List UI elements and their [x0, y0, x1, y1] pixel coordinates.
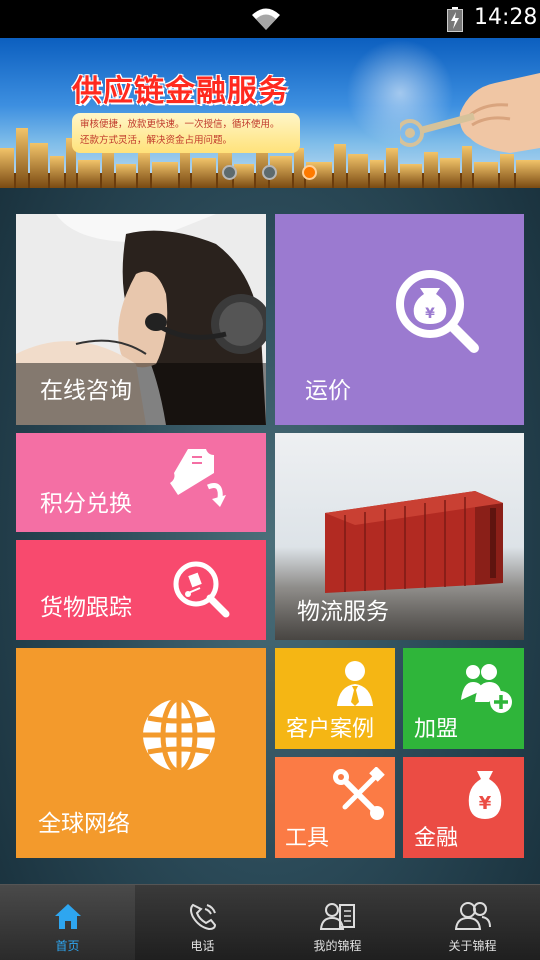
nav-phone[interactable]: 电话: [135, 885, 270, 960]
battery-icon: [447, 7, 463, 32]
tile-label-finance: 金融: [414, 826, 459, 851]
person-tie-icon: [337, 661, 373, 706]
banner-desc-line-1: 审核便捷，放款更快速。一次授信，循环使用。: [80, 119, 280, 130]
tile-finance[interactable]: ¥ 金融: [403, 757, 524, 858]
tile-label-consult: 在线咨询: [40, 378, 132, 404]
money-search-icon: ¥: [396, 270, 479, 353]
tile-label-global: 全球网络: [38, 811, 130, 837]
tile-label-join: 加盟: [414, 717, 459, 742]
profile-card-icon: [319, 903, 355, 930]
status-time: 14:28: [474, 5, 538, 30]
nav-my-jctrans[interactable]: 我的锦程: [270, 885, 405, 960]
add-user-group-icon: [461, 664, 512, 713]
tile-join[interactable]: 加盟: [403, 648, 524, 749]
nav-about[interactable]: 关于锦程: [405, 885, 540, 960]
tile-logistics-services[interactable]: 物流服务: [275, 433, 524, 640]
tile-label-points: 积分兑换: [40, 491, 132, 517]
tile-label-freight: 运价: [305, 378, 351, 404]
money-bag-icon: ¥: [468, 771, 502, 819]
users-icon: [454, 902, 491, 930]
tile-global-network[interactable]: 全球网络: [16, 648, 266, 858]
banner-dot-1[interactable]: [222, 165, 237, 180]
banner-desc-line-2: 还款方式灵活，解决资金占用问题。: [80, 135, 233, 146]
tile-tools[interactable]: 工具: [275, 757, 395, 858]
tile-label-track: 货物跟踪: [40, 595, 132, 621]
phone-icon: [189, 903, 216, 931]
nav-about-label: 关于锦程: [448, 939, 497, 953]
banner-title: 供应链金融服务: [72, 74, 289, 109]
nav-my-label: 我的锦程: [313, 939, 362, 953]
bottom-nav: 首页 电话 我的锦程 关于锦程: [0, 884, 540, 960]
home-icon: [54, 904, 81, 929]
tile-label-logistics: 物流服务: [297, 599, 389, 625]
svg-text:¥: ¥: [425, 306, 435, 322]
tile-cargo-tracking[interactable]: 货物跟踪: [16, 540, 266, 640]
banner-dot-2[interactable]: [262, 165, 277, 180]
tile-customer-cases[interactable]: 客户案例: [275, 648, 395, 749]
wrench-screwdriver-icon: [333, 767, 385, 820]
tile-label-tools: 工具: [285, 826, 330, 851]
svg-text:¥: ¥: [479, 793, 492, 814]
tile-label-cases: 客户案例: [286, 717, 375, 742]
banner-dot-3[interactable]: [302, 165, 317, 180]
tile-online-consult[interactable]: 在线咨询: [16, 214, 266, 425]
nav-home-label: 首页: [55, 939, 80, 953]
hand-with-key-image: [400, 73, 540, 153]
nav-phone-label: 电话: [190, 939, 215, 953]
nav-home[interactable]: 首页: [0, 885, 135, 960]
tile-freight-rates[interactable]: ¥ 运价: [275, 214, 524, 425]
tile-points-exchange[interactable]: 积分兑换: [16, 433, 266, 532]
banner-description: 审核便捷，放款更快速。一次授信，循环使用。 还款方式灵活，解决资金占用问题。: [72, 113, 300, 153]
status-bar: 14:28: [0, 0, 540, 38]
wifi-icon: [252, 8, 280, 30]
cargo-search-icon: [173, 561, 230, 618]
globe-icon: [143, 696, 215, 774]
ticket-exchange-icon: [170, 449, 226, 507]
